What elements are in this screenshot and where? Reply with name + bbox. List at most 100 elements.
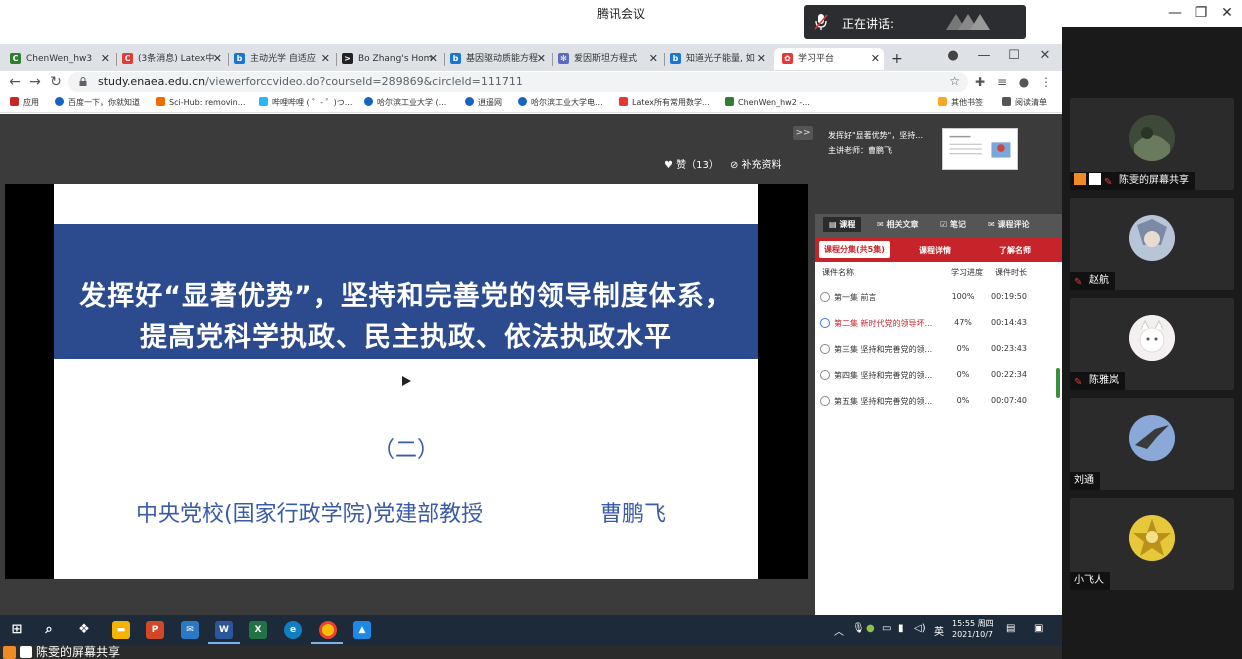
participant-card[interactable]: ✎ 陈雯的屏幕共享 [1070,98,1234,190]
volume-icon[interactable]: ◁) [914,623,926,634]
bookmark-hw2[interactable]: ChenWen_hw2 -... [725,97,810,107]
subtab-teacher[interactable]: 了解名师 [999,245,1031,256]
bookmark-latex[interactable]: Latex所有常用数学... [619,97,710,108]
tab-strip: C ChenWen_hw3 ✕ C (3条消息) Latex中 ✕ b 主动光学 自适应 ✕… [0,44,1062,71]
bookmark-bilibili[interactable]: 哔哩哔哩 ( ゜- ゜)つ... [259,97,352,108]
restore-icon[interactable]: ❐ [1191,4,1211,22]
excel-icon[interactable]: X [249,621,267,639]
mail-icon[interactable]: ✉ [181,621,199,639]
windows-icon[interactable]: ⊞ [8,621,26,639]
battery-icon[interactable]: ▮ [898,623,904,634]
bookmark-reading[interactable]: 阅读清单 [1002,97,1047,108]
new-tab-button[interactable]: + [891,48,907,70]
extra-materials-link[interactable]: ⊘ 补充资料 [730,156,782,171]
episode-row[interactable]: 第四集 坚持和完善党的领... 0% 00:22:34 [815,364,1055,390]
tab-einstein[interactable]: ✻ 爱因斯坦方程式 ✕ [558,48,662,70]
profile-icon[interactable]: ● [1016,74,1032,90]
ime-indicator[interactable]: 英 [934,623,944,638]
close-icon[interactable]: ✕ [321,48,330,70]
tab-bo-zhang[interactable]: > Bo Zhang's Hom ✕ [342,48,442,70]
maximize-icon[interactable]: ☐ [1005,48,1023,63]
clock-time[interactable]: 15:55 周四 [952,618,994,629]
url-text: study.enaea.edu.cn/viewerforccvideo.do?c… [98,75,523,88]
tab-gene[interactable]: b 基因驱动质能方程 ✕ [450,48,550,70]
participant-card[interactable]: ✎ 陈雅岚 [1070,298,1234,390]
action-center-icon[interactable]: ▣ [1034,623,1043,634]
bookmark-hit[interactable]: 哈尔滨工业大学 (... [364,97,446,108]
avatar [1129,315,1175,361]
close-icon[interactable]: ✕ [213,48,222,70]
media-icon[interactable]: ≡ [994,74,1010,90]
tab-comments[interactable]: ✉ 课程评论 [988,219,1030,230]
tab-photon[interactable]: b 知道光子能量, 如 ✕ [670,48,770,70]
episode-row-current[interactable]: 第二集 新时代党的领导坏... 47% 00:14:43 [815,312,1055,338]
profile-dot-icon[interactable]: ● [944,48,962,63]
menu-icon[interactable]: ⋮ [1038,74,1054,90]
close-icon[interactable]: ✕ [757,48,766,70]
edge-icon[interactable]: e [284,621,302,639]
wechat-icon[interactable]: ● [866,623,875,634]
episode-row[interactable]: 第一集 前言 100% 00:19:50 [815,286,1055,312]
tab-articles[interactable]: ✉ 相关文章 [877,219,919,230]
star-icon[interactable]: ☆ [949,74,960,88]
subtab-details[interactable]: 课程详情 [919,245,951,256]
powerpoint-icon[interactable]: P [146,621,164,639]
chrome-icon[interactable] [319,621,337,639]
participant-card[interactable]: ✎ 赵航 [1070,198,1234,290]
lock-icon[interactable] [79,77,87,86]
bookmark-baidu[interactable]: 百度一下，你就知道 [55,97,140,108]
like-button[interactable]: ♥ 赞（13） [664,156,719,171]
bookmark-other[interactable]: 其他书签 [938,97,983,108]
close-icon[interactable]: ✕ [1036,48,1054,63]
forward-icon[interactable]: → [26,73,44,91]
course-thumbnail[interactable] [942,128,1018,170]
video-player[interactable]: 发挥好“显著优势”，坚持和完善党的领导制度体系， 提高党科学执政、民主执政、依法… [5,184,808,579]
episode-duration: 00:22:34 [991,370,1027,379]
search-icon[interactable]: ⌕ [40,621,58,639]
close-icon[interactable]: ✕ [649,48,658,70]
close-icon[interactable]: ✕ [101,48,110,70]
play-icon[interactable] [402,376,411,386]
tray-chevron-icon[interactable]: ︿ [834,623,844,638]
close-icon[interactable]: ✕ [1217,4,1237,22]
tab-course[interactable]: ▤ 课程 [823,217,862,232]
bookmark-scihub[interactable]: Sci-Hub: removin... [156,97,245,107]
network-icon[interactable]: ▭ [882,623,891,634]
close-icon[interactable]: ✕ [537,48,546,70]
episode-progress: 0% [956,370,970,379]
back-icon[interactable]: ← [6,73,24,91]
tab-label: 相关文章 [886,220,919,229]
bing-icon: b [234,53,245,64]
bookmark-label: ChenWen_hw2 -... [738,98,810,107]
tab-study-platform[interactable]: ✿ 学习平台 ✕ [774,48,884,70]
explorer-icon[interactable]: ▬ [112,621,130,639]
extensions-icon[interactable]: ✚ [972,74,988,90]
participant-card[interactable]: 小飞人 [1070,498,1234,590]
bookmark-hit-elec[interactable]: 哈尔滨工业大学电... [518,97,603,108]
url-input[interactable]: study.enaea.edu.cn/viewerforccvideo.do?c… [68,72,968,92]
tab-latex[interactable]: C (3条消息) Latex中 ✕ [122,48,226,70]
expand-button[interactable]: >> [793,126,813,140]
word-icon[interactable]: W [215,621,233,639]
subtab-episodes[interactable]: 课程分集(共5集) [819,241,890,258]
episode-row[interactable]: 第五集 坚持和完善党的领... 0% 00:07:40 [815,390,1055,416]
mic-icon[interactable]: 🎙 [852,623,865,634]
participant-card[interactable]: 刘通 [1070,398,1234,490]
close-icon[interactable]: ✕ [871,48,880,70]
episode-row[interactable]: 第三集 坚持和完善党的领... 0% 00:23:43 [815,338,1055,364]
sidebar-scrollbar[interactable] [1056,368,1060,398]
minimize-icon[interactable]: — [975,48,993,63]
tencent-meeting-icon[interactable]: ▲ [353,621,371,639]
reload-icon[interactable]: ↻ [47,73,65,91]
tab-active-optics[interactable]: b 主动光学 自适应 ✕ [234,48,334,70]
notification-icon[interactable]: ▤ [1006,623,1015,634]
bookmark-apps[interactable]: 应用 [10,97,39,108]
close-icon[interactable]: ✕ [429,48,438,70]
teams-icon[interactable]: ❖ [75,621,93,639]
episode-status-icon [820,318,830,328]
minimize-icon[interactable]: — [1165,4,1185,22]
clock-date[interactable]: 2021/10/7 [952,630,993,639]
tab-notes[interactable]: ☑ 笔记 [940,219,966,230]
tab-chenwen-hw3[interactable]: C ChenWen_hw3 ✕ [10,48,114,70]
bookmark-xiaoyao[interactable]: 逍遥网 [465,97,502,108]
